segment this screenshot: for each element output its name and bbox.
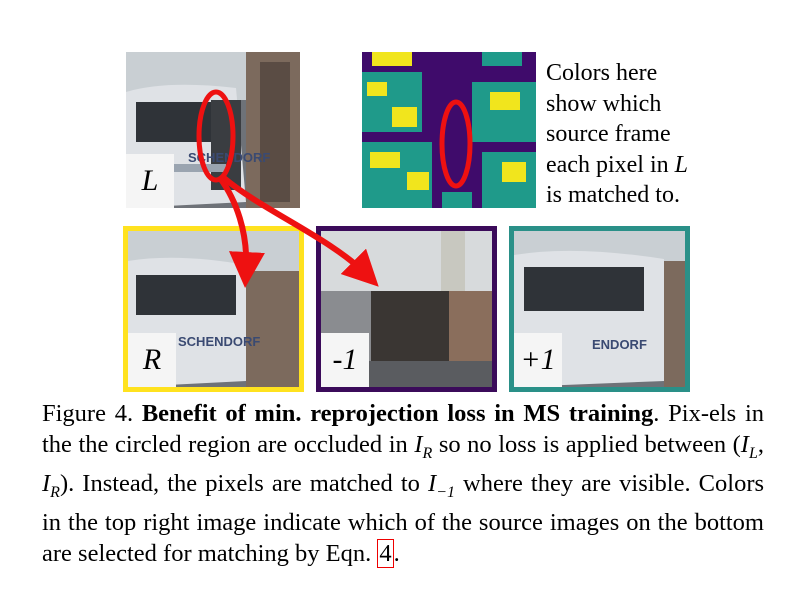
equation-ref-link[interactable]: 4: [377, 538, 394, 568]
annotation-overlay: [196, 89, 473, 288]
occlusion-circle-map: [439, 99, 473, 189]
figure-caption: Figure 4. Benefit of min. reprojection l…: [42, 400, 765, 568]
occlusion-circle-L: [196, 89, 236, 183]
